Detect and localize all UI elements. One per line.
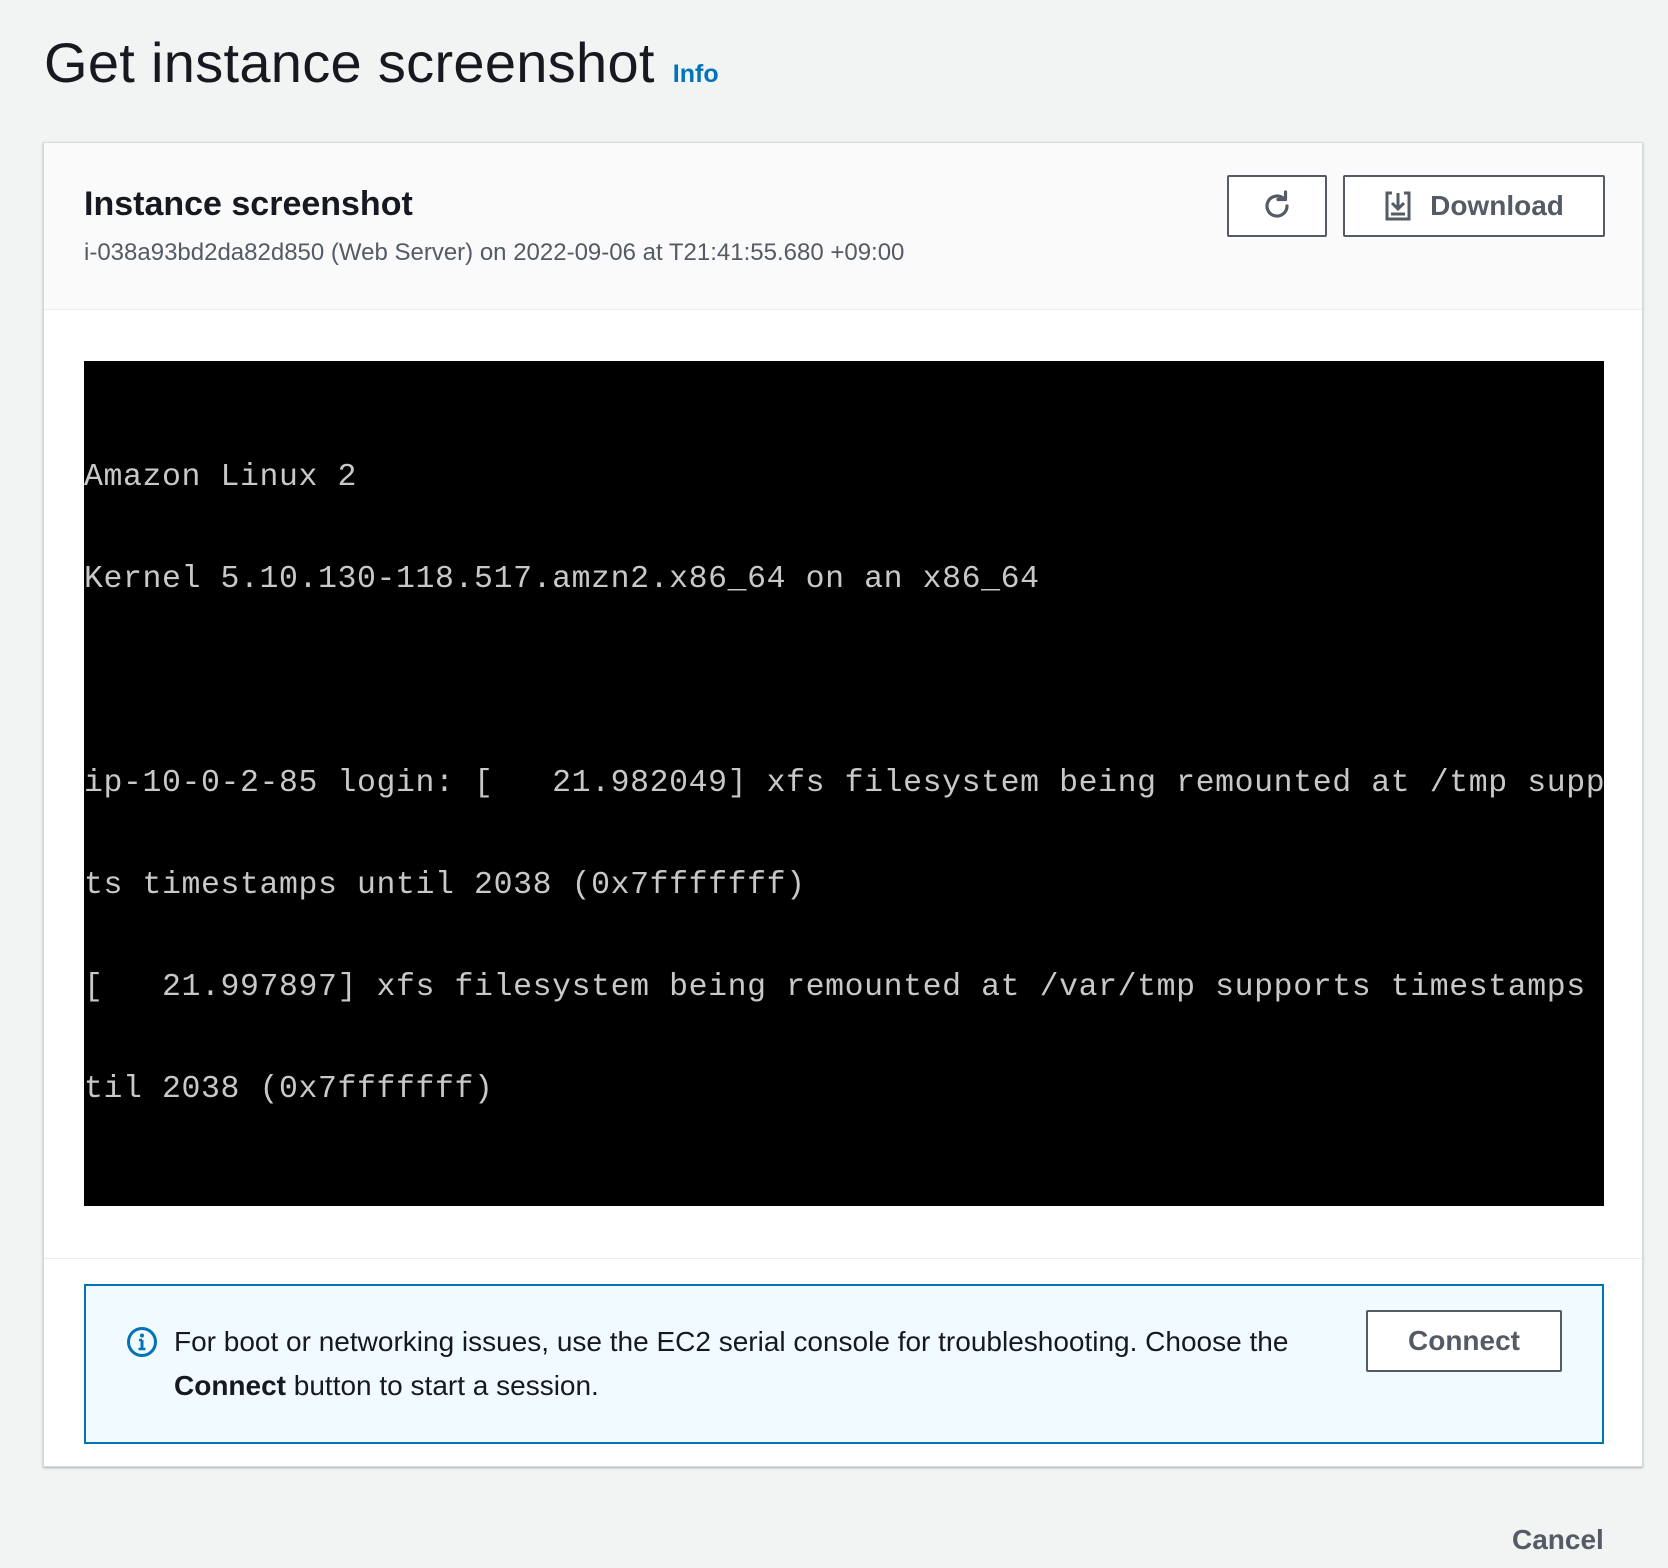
connect-button[interactable]: Connect	[1366, 1310, 1562, 1372]
cancel-button[interactable]: Cancel	[1512, 1524, 1604, 1556]
console-line: Kernel 5.10.130-118.517.amzn2.x86_64 on …	[84, 562, 1040, 597]
alert-message: For boot or networking issues, use the E…	[174, 1320, 1324, 1408]
info-circle-icon	[127, 1327, 157, 1357]
download-label: Download	[1430, 190, 1564, 221]
instance-screenshot-panel: Instance screenshot i-038a93bd2da82d850 …	[43, 142, 1643, 1467]
info-link[interactable]: Info	[673, 60, 719, 89]
console-line: ts timestamps until 2038 (0x7fffffff)	[84, 868, 806, 903]
panel-title: Instance screenshot	[84, 185, 413, 223]
console-line: Amazon Linux 2	[84, 460, 358, 495]
panel-header: Instance screenshot i-038a93bd2da82d850 …	[44, 143, 1642, 310]
console-line: [ 21.997897] xfs filesystem being remoun…	[84, 970, 1604, 1005]
refresh-button[interactable]	[1227, 175, 1327, 237]
refresh-icon	[1265, 190, 1289, 218]
console-line: til 2038 (0x7fffffff)	[84, 1072, 494, 1107]
page-title: Get instance screenshot	[44, 31, 655, 94]
alert-text-after: button to start a session.	[286, 1370, 599, 1401]
console-line: ip-10-0-2-85 login: [ 21.982049] xfs fil…	[84, 766, 1604, 801]
alert-text-before: For boot or networking issues, use the E…	[174, 1326, 1289, 1357]
alert-text-bold: Connect	[174, 1370, 286, 1401]
download-icon	[1384, 191, 1412, 221]
instance-description: i-038a93bd2da82d850 (Web Server) on 2022…	[84, 239, 905, 266]
console-screenshot: Amazon Linux 2 Kernel 5.10.130-118.517.a…	[84, 361, 1604, 1206]
divider	[44, 1258, 1642, 1259]
download-button[interactable]: Download	[1343, 175, 1605, 237]
serial-console-alert: For boot or networking issues, use the E…	[84, 1284, 1604, 1444]
page-header: Get instance screenshot Info	[44, 30, 719, 95]
console-output: Amazon Linux 2 Kernel 5.10.130-118.517.a…	[84, 393, 1604, 1206]
